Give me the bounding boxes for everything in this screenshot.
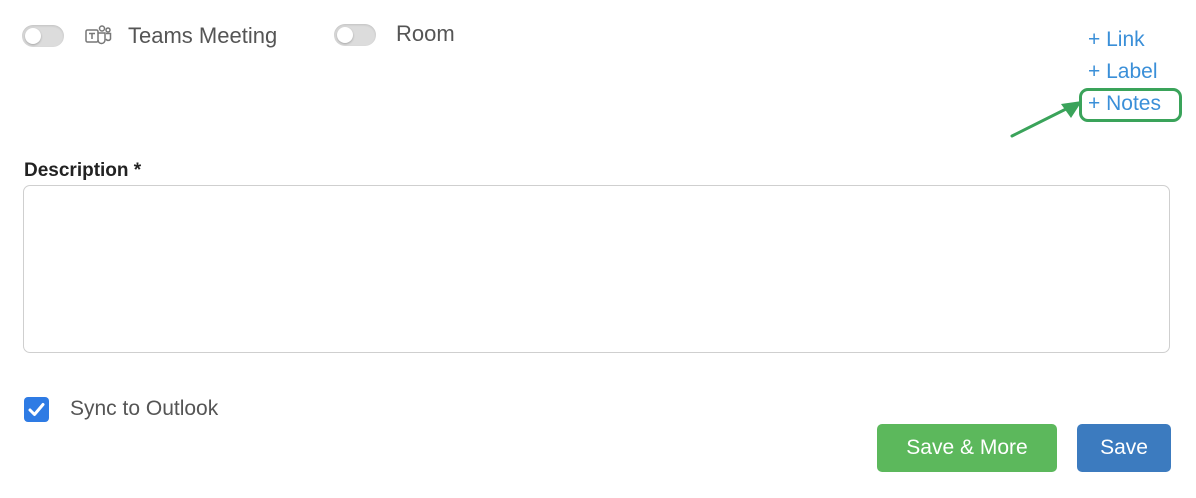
room-label: Room bbox=[396, 21, 455, 46]
notes-highlight-box bbox=[1079, 88, 1182, 122]
teams-icon bbox=[85, 25, 112, 45]
save-button[interactable]: Save bbox=[1077, 424, 1171, 472]
save-and-more-button[interactable]: Save & More bbox=[877, 424, 1057, 472]
description-textarea[interactable] bbox=[23, 185, 1170, 353]
teams-meeting-toggle[interactable] bbox=[22, 25, 64, 47]
teams-meeting-label: Teams Meeting bbox=[128, 23, 278, 48]
add-link-link[interactable]: + Link bbox=[1088, 27, 1145, 53]
checkmark-icon bbox=[28, 403, 45, 416]
toggle-knob bbox=[25, 28, 41, 44]
toggle-knob bbox=[337, 27, 353, 43]
room-toggle[interactable] bbox=[334, 24, 376, 46]
sync-outlook-label: Sync to Outlook bbox=[70, 397, 219, 420]
sync-outlook-checkbox[interactable] bbox=[24, 397, 49, 422]
add-label-link[interactable]: + Label bbox=[1088, 59, 1157, 85]
annotation-arrow-icon bbox=[1010, 101, 1082, 138]
description-label: Description * bbox=[24, 160, 142, 181]
